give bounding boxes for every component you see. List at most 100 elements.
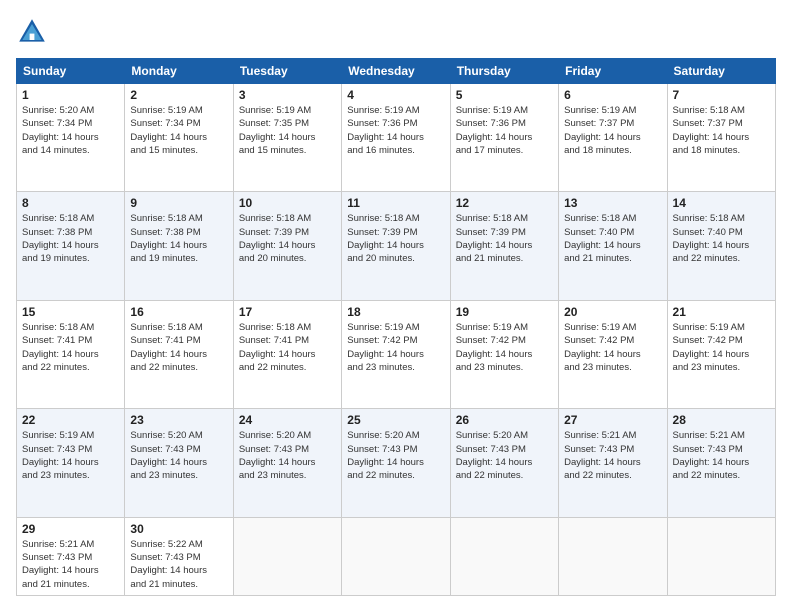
day-cell: 13 Sunrise: 5:18 AMSunset: 7:40 PMDayligh… <box>559 192 667 300</box>
day-number: 2 <box>130 88 227 102</box>
day-number: 7 <box>673 88 770 102</box>
day-number: 13 <box>564 196 661 210</box>
day-cell <box>559 517 667 595</box>
day-cell: 12 Sunrise: 5:18 AMSunset: 7:39 PMDayligh… <box>450 192 558 300</box>
day-number: 1 <box>22 88 119 102</box>
day-info: Sunrise: 5:19 AMSunset: 7:42 PMDaylight:… <box>564 321 661 374</box>
day-cell: 3 Sunrise: 5:19 AMSunset: 7:35 PMDaylight… <box>233 84 341 192</box>
day-info: Sunrise: 5:18 AMSunset: 7:38 PMDaylight:… <box>22 212 119 265</box>
day-cell <box>450 517 558 595</box>
week-row-1: 1 Sunrise: 5:20 AMSunset: 7:34 PMDaylight… <box>17 84 776 192</box>
day-info: Sunrise: 5:19 AMSunset: 7:42 PMDaylight:… <box>673 321 770 374</box>
day-cell: 20 Sunrise: 5:19 AMSunset: 7:42 PMDayligh… <box>559 300 667 408</box>
day-number: 22 <box>22 413 119 427</box>
day-cell: 2 Sunrise: 5:19 AMSunset: 7:34 PMDaylight… <box>125 84 233 192</box>
day-cell: 21 Sunrise: 5:19 AMSunset: 7:42 PMDayligh… <box>667 300 775 408</box>
day-number: 28 <box>673 413 770 427</box>
day-info: Sunrise: 5:19 AMSunset: 7:35 PMDaylight:… <box>239 104 336 157</box>
page: SundayMondayTuesdayWednesdayThursdayFrid… <box>0 0 792 612</box>
day-cell <box>233 517 341 595</box>
day-number: 20 <box>564 305 661 319</box>
day-cell: 7Sunrise: 5:18 AMSunset: 7:37 PMDaylight… <box>667 84 775 192</box>
day-cell: 30 Sunrise: 5:22 AMSunset: 7:43 PMDayligh… <box>125 517 233 595</box>
day-cell: 23 Sunrise: 5:20 AMSunset: 7:43 PMDayligh… <box>125 409 233 517</box>
week-row-2: 8 Sunrise: 5:18 AMSunset: 7:38 PMDaylight… <box>17 192 776 300</box>
day-cell: 24 Sunrise: 5:20 AMSunset: 7:43 PMDayligh… <box>233 409 341 517</box>
day-info: Sunrise: 5:21 AMSunset: 7:43 PMDaylight:… <box>22 538 119 591</box>
day-info: Sunrise: 5:19 AMSunset: 7:42 PMDaylight:… <box>347 321 444 374</box>
day-header-friday: Friday <box>559 59 667 84</box>
day-number: 17 <box>239 305 336 319</box>
day-number: 10 <box>239 196 336 210</box>
day-cell: 10Sunrise: 5:18 AMSunset: 7:39 PMDayligh… <box>233 192 341 300</box>
day-number: 24 <box>239 413 336 427</box>
day-info: Sunrise: 5:19 AMSunset: 7:34 PMDaylight:… <box>130 104 227 157</box>
day-cell: 1 Sunrise: 5:20 AMSunset: 7:34 PMDaylight… <box>17 84 125 192</box>
day-number: 21 <box>673 305 770 319</box>
day-info: Sunrise: 5:20 AMSunset: 7:43 PMDaylight:… <box>347 429 444 482</box>
logo-icon <box>16 16 48 48</box>
day-info: Sunrise: 5:18 AMSunset: 7:41 PMDaylight:… <box>130 321 227 374</box>
day-number: 27 <box>564 413 661 427</box>
day-cell: 27 Sunrise: 5:21 AMSunset: 7:43 PMDayligh… <box>559 409 667 517</box>
day-header-wednesday: Wednesday <box>342 59 450 84</box>
day-cell: 4 Sunrise: 5:19 AMSunset: 7:36 PMDaylight… <box>342 84 450 192</box>
day-number: 14 <box>673 196 770 210</box>
day-number: 25 <box>347 413 444 427</box>
day-info: Sunrise: 5:18 AMSunset: 7:39 PMDaylight:… <box>456 212 553 265</box>
day-number: 30 <box>130 522 227 536</box>
day-cell: 9 Sunrise: 5:18 AMSunset: 7:38 PMDaylight… <box>125 192 233 300</box>
day-info: Sunrise: 5:21 AMSunset: 7:43 PMDaylight:… <box>673 429 770 482</box>
day-info: Sunrise: 5:18 AMSunset: 7:41 PMDaylight:… <box>239 321 336 374</box>
day-info: Sunrise: 5:19 AMSunset: 7:42 PMDaylight:… <box>456 321 553 374</box>
day-number: 18 <box>347 305 444 319</box>
day-number: 29 <box>22 522 119 536</box>
day-info: Sunrise: 5:19 AMSunset: 7:36 PMDaylight:… <box>456 104 553 157</box>
day-info: Sunrise: 5:22 AMSunset: 7:43 PMDaylight:… <box>130 538 227 591</box>
day-number: 15 <box>22 305 119 319</box>
day-cell: 15 Sunrise: 5:18 AMSunset: 7:41 PMDayligh… <box>17 300 125 408</box>
day-header-tuesday: Tuesday <box>233 59 341 84</box>
day-number: 23 <box>130 413 227 427</box>
day-info: Sunrise: 5:19 AMSunset: 7:43 PMDaylight:… <box>22 429 119 482</box>
day-info: Sunrise: 5:21 AMSunset: 7:43 PMDaylight:… <box>564 429 661 482</box>
day-number: 9 <box>130 196 227 210</box>
day-cell: 14 Sunrise: 5:18 AMSunset: 7:40 PMDayligh… <box>667 192 775 300</box>
day-number: 5 <box>456 88 553 102</box>
day-cell: 19 Sunrise: 5:19 AMSunset: 7:42 PMDayligh… <box>450 300 558 408</box>
day-info: Sunrise: 5:18 AMSunset: 7:41 PMDaylight:… <box>22 321 119 374</box>
day-cell: 26 Sunrise: 5:20 AMSunset: 7:43 PMDayligh… <box>450 409 558 517</box>
day-info: Sunrise: 5:20 AMSunset: 7:43 PMDaylight:… <box>456 429 553 482</box>
day-header-monday: Monday <box>125 59 233 84</box>
week-row-4: 22 Sunrise: 5:19 AMSunset: 7:43 PMDayligh… <box>17 409 776 517</box>
day-number: 19 <box>456 305 553 319</box>
day-cell: 25 Sunrise: 5:20 AMSunset: 7:43 PMDayligh… <box>342 409 450 517</box>
header-row: SundayMondayTuesdayWednesdayThursdayFrid… <box>17 59 776 84</box>
logo <box>16 16 52 48</box>
day-number: 3 <box>239 88 336 102</box>
calendar-table: SundayMondayTuesdayWednesdayThursdayFrid… <box>16 58 776 596</box>
day-cell: 11Sunrise: 5:18 AMSunset: 7:39 PMDayligh… <box>342 192 450 300</box>
day-number: 12 <box>456 196 553 210</box>
day-cell: 18 Sunrise: 5:19 AMSunset: 7:42 PMDayligh… <box>342 300 450 408</box>
day-cell <box>667 517 775 595</box>
day-cell: 17 Sunrise: 5:18 AMSunset: 7:41 PMDayligh… <box>233 300 341 408</box>
day-cell: 22 Sunrise: 5:19 AMSunset: 7:43 PMDayligh… <box>17 409 125 517</box>
day-info: Sunrise: 5:20 AMSunset: 7:43 PMDaylight:… <box>130 429 227 482</box>
day-number: 4 <box>347 88 444 102</box>
header <box>16 16 776 48</box>
day-info: Sunrise: 5:19 AMSunset: 7:36 PMDaylight:… <box>347 104 444 157</box>
day-cell: 28 Sunrise: 5:21 AMSunset: 7:43 PMDayligh… <box>667 409 775 517</box>
day-info: Sunrise: 5:18 AMSunset: 7:40 PMDaylight:… <box>564 212 661 265</box>
day-number: 26 <box>456 413 553 427</box>
day-number: 6 <box>564 88 661 102</box>
week-row-5: 29 Sunrise: 5:21 AMSunset: 7:43 PMDayligh… <box>17 517 776 595</box>
day-cell: 6Sunrise: 5:19 AMSunset: 7:37 PMDaylight… <box>559 84 667 192</box>
day-info: Sunrise: 5:18 AMSunset: 7:40 PMDaylight:… <box>673 212 770 265</box>
day-info: Sunrise: 5:20 AMSunset: 7:43 PMDaylight:… <box>239 429 336 482</box>
day-number: 8 <box>22 196 119 210</box>
day-cell: 16Sunrise: 5:18 AMSunset: 7:41 PMDayligh… <box>125 300 233 408</box>
day-info: Sunrise: 5:18 AMSunset: 7:38 PMDaylight:… <box>130 212 227 265</box>
day-header-sunday: Sunday <box>17 59 125 84</box>
day-info: Sunrise: 5:20 AMSunset: 7:34 PMDaylight:… <box>22 104 119 157</box>
